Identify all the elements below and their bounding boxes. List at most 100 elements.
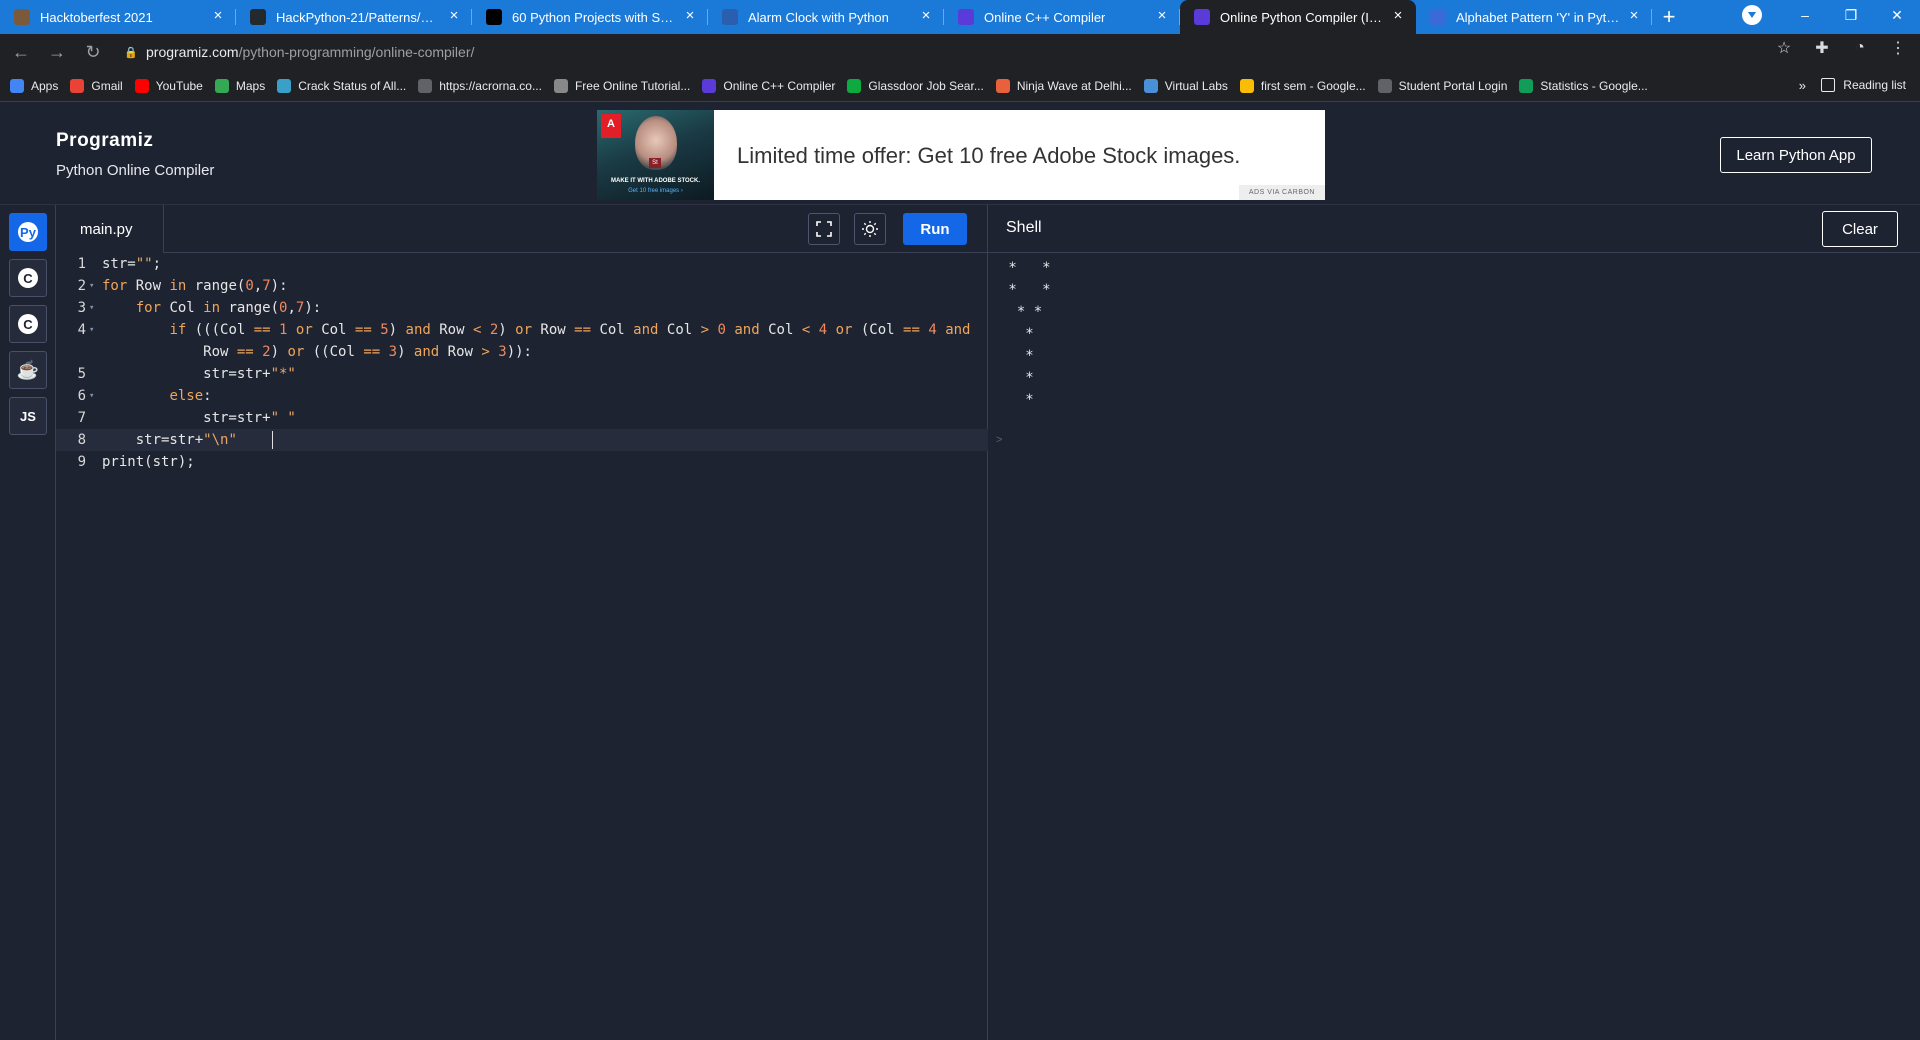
browser-tab-strip: Hacktoberfest 2021 × HackPython-21/Pattern… [0, 0, 1920, 34]
code-text: str=str+" " [102, 410, 296, 426]
forward-arrow-icon[interactable]: → [42, 37, 72, 67]
url-host: programiz.com [146, 44, 239, 60]
bookmark-item[interactable]: Crack Status of All... [277, 78, 406, 93]
browser-tab[interactable]: Hacktoberfest 2021 × [0, 0, 236, 34]
line-number: 5 [77, 366, 86, 382]
extensions-icon[interactable]: ✚ [1810, 38, 1834, 58]
tab-divider [1651, 9, 1652, 25]
bookmark-item[interactable]: Gmail [70, 78, 123, 93]
browser-tab[interactable]: Online Python Compiler (Interpre× [1180, 0, 1416, 34]
reload-icon[interactable]: ↻ [78, 37, 108, 67]
language-javascript-button[interactable]: JS [9, 397, 47, 435]
new-tab-button[interactable]: + [1652, 0, 1686, 34]
bookmark-star-icon[interactable]: ☆ [1772, 38, 1796, 58]
language-cpp-button[interactable]: C [9, 305, 47, 343]
language-c-button[interactable]: C [9, 259, 47, 297]
menu-icon[interactable]: ⋮ [1886, 38, 1910, 58]
youtube-icon [134, 78, 149, 93]
fold-toggle-icon[interactable]: ▾ [89, 385, 99, 407]
tab-title: Alphabet Pattern 'Y' in Python [1456, 9, 1622, 25]
tab-search-icon[interactable] [1742, 5, 1762, 25]
address-bar[interactable]: 🔒 programiz.com/python-programming/onlin… [112, 38, 1792, 66]
tab-close-icon[interactable]: × [210, 8, 226, 24]
theme-toggle-sun-icon[interactable] [854, 213, 886, 245]
code-area[interactable]: 1 str=""; 2 ▾ for Row in range(0,7): 3 ▾ for C… [56, 253, 988, 1040]
reading-list-button[interactable]: Reading list [1821, 78, 1906, 92]
tab-close-icon[interactable]: × [918, 8, 934, 24]
ad-text[interactable]: Limited time offer: Get 10 free Adobe St… [737, 143, 1240, 169]
bookmark-label: YouTube [155, 78, 203, 93]
bookmark-item[interactable]: Student Portal Login [1377, 78, 1507, 93]
fold-toggle-icon[interactable]: ▾ [89, 319, 99, 341]
bookmark-label: Statistics - Google... [1540, 78, 1648, 93]
language-python-button[interactable]: Py [9, 213, 47, 251]
programiz-icon [1194, 9, 1210, 25]
browser-tab[interactable]: HackPython-21/Patterns/Pattern× [236, 0, 472, 34]
tab-close-icon[interactable]: × [1390, 8, 1406, 24]
glassdoor-icon [847, 78, 862, 93]
bookmark-item[interactable]: Glassdoor Job Sear... [847, 78, 984, 93]
learn-python-app-button[interactable]: Learn Python App [1720, 137, 1872, 173]
code-text: Row == 2) or ((Col == 3) and Row > 3)): [102, 344, 532, 360]
gmail-icon [70, 78, 85, 93]
code-line[interactable]: 3 ▾ for Col in range(0,7): [56, 297, 988, 319]
bookmarks-overflow-button[interactable]: » [1799, 78, 1806, 93]
page-subtitle: Python Online Compiler [56, 162, 215, 179]
code-line[interactable]: 6 ▾ else: [56, 385, 988, 407]
ad-image[interactable]: A St MAKE IT WITH ADOBE STOCK. Get 10 fr… [597, 110, 714, 200]
bookmark-item[interactable]: Online C++ Compiler [702, 78, 835, 93]
bookmark-item[interactable]: Ninja Wave at Delhi... [995, 78, 1132, 93]
ads-via-carbon-link[interactable]: ADS VIA CARBON [1238, 185, 1325, 200]
shell-output[interactable]: * * * * * * * * * * [1000, 257, 1050, 411]
profile-icon[interactable]: ◔ [1848, 39, 1872, 57]
language-java-button[interactable]: ☕ [9, 351, 47, 389]
hacktoberfest-icon [14, 9, 30, 25]
fold-toggle-icon[interactable]: ▾ [89, 275, 99, 297]
code-line[interactable]: 7 str=str+" " [56, 407, 988, 429]
code-line[interactable]: 9 print(str); [56, 451, 988, 473]
code-text: str=str+"*" [102, 366, 296, 382]
fold-toggle-icon[interactable]: ▾ [89, 297, 99, 319]
tab-close-icon[interactable]: × [1154, 8, 1170, 24]
run-button[interactable]: Run [903, 213, 967, 245]
bookmark-item[interactable]: Apps [10, 78, 58, 93]
code-line[interactable]: 2 ▾ for Row in range(0,7): [56, 275, 988, 297]
browser-tab[interactable]: Online C++ Compiler × [944, 0, 1180, 34]
clear-button[interactable]: Clear [1822, 211, 1898, 247]
shell-prompt[interactable]: > [996, 434, 1002, 446]
line-number: 1 [77, 256, 86, 272]
browser-tab[interactable]: Alphabet Pattern 'Y' in Python × [1416, 0, 1652, 34]
code-line[interactable]: 5 str=str+"*" [56, 363, 988, 385]
bookmark-item[interactable]: Maps [214, 78, 265, 93]
lock-icon[interactable]: 🔒 [124, 46, 138, 59]
browser-tab[interactable]: Alarm Clock with Python × [708, 0, 944, 34]
code-line[interactable]: 1 str=""; [56, 253, 988, 275]
tab-close-icon[interactable]: × [682, 8, 698, 24]
back-arrow-icon[interactable]: ← [6, 37, 36, 67]
browser-tab[interactable]: 60 Python Projects with Source C× [472, 0, 708, 34]
code-text: for Col in range(0,7): [135, 300, 322, 316]
fullscreen-icon[interactable] [808, 213, 840, 245]
tab-close-icon[interactable]: × [1626, 8, 1642, 24]
minimize-button[interactable]: – [1782, 0, 1828, 30]
code-line[interactable]: Row == 2) or ((Col == 3) and Row > 3)): [56, 341, 988, 363]
code-line[interactable]: 8 str=str+"\n" [56, 429, 988, 451]
bookmark-item[interactable]: Statistics - Google... [1519, 78, 1648, 93]
code-line[interactable]: 4 ▾ if (((Col == 1 or Col == 5) and Row <… [56, 319, 988, 341]
tab-close-icon[interactable]: × [446, 8, 462, 24]
bookmark-item[interactable]: Free Online Tutorial... [553, 78, 690, 93]
shell-output-line: * [1000, 370, 1034, 386]
advertisement-banner[interactable]: A St MAKE IT WITH ADOBE STOCK. Get 10 fr… [597, 110, 1325, 200]
bookmark-item[interactable]: Virtual Labs [1143, 78, 1228, 93]
drive-icon [1239, 78, 1254, 93]
file-tab-main-py[interactable]: main.py [56, 205, 164, 253]
bookmark-label: first sem - Google... [1260, 78, 1366, 93]
bookmark-item[interactable]: YouTube [134, 78, 203, 93]
close-window-button[interactable]: ✕ [1874, 0, 1920, 30]
bookmark-item[interactable]: https://acrorna.co... [418, 78, 542, 93]
ad-image-caption: MAKE IT WITH ADOBE STOCK. [611, 178, 700, 184]
programiz-logo[interactable]: Programiz [56, 130, 153, 152]
line-number: 7 [77, 410, 86, 426]
restore-button[interactable]: ❐ [1828, 0, 1874, 30]
bookmark-item[interactable]: first sem - Google... [1239, 78, 1366, 93]
